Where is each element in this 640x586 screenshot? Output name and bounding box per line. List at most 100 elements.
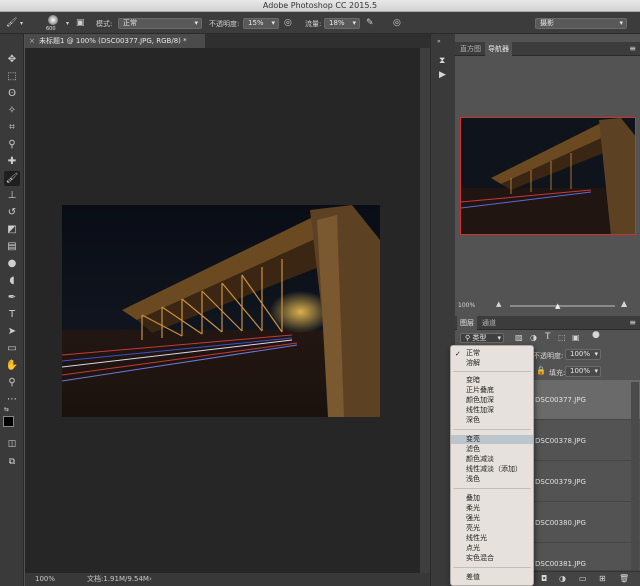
new-group-icon[interactable]: ▭: [579, 574, 587, 583]
blend-option-lighten[interactable]: 变亮: [451, 435, 533, 444]
layer-name: DSC00381.JPG: [535, 560, 586, 568]
filter-toggle-icon[interactable]: ●: [592, 330, 600, 340]
layers-panel-tabs: 图层 通道 ≡: [455, 316, 640, 330]
layer-filter-select[interactable]: ⚲ 类型 ▾: [460, 333, 504, 343]
quick-mask-icon[interactable]: ◫: [4, 437, 20, 452]
blend-option-vivid-light[interactable]: 亮光: [451, 524, 533, 533]
gradient-tool-icon[interactable]: ▤: [4, 239, 20, 254]
blend-option-hard-light[interactable]: 强光: [451, 514, 533, 523]
workspace-select[interactable]: 摄影 ▾: [535, 18, 627, 29]
more-tools-icon[interactable]: ⋯: [4, 392, 20, 407]
hand-tool-icon[interactable]: ✋: [4, 358, 20, 373]
filter-pixel-icon[interactable]: ▨: [515, 333, 523, 342]
swap-colors-icon[interactable]: ⇆: [4, 406, 9, 413]
layers-scrollbar[interactable]: [631, 382, 639, 570]
blend-option-darken[interactable]: 变暗: [451, 376, 533, 385]
navigator-zoom-slider[interactable]: [510, 305, 615, 307]
brush-tool-icon[interactable]: 🖌: [6, 18, 17, 28]
eyedropper-tool-icon[interactable]: ⚲: [4, 137, 20, 152]
path-selection-tool-icon[interactable]: ➤: [4, 324, 20, 339]
filter-shape-icon[interactable]: ⬚: [558, 333, 566, 342]
opacity-input[interactable]: 15% ▾: [243, 18, 279, 29]
rectangle-tool-icon[interactable]: ▭: [4, 341, 20, 356]
slider-handle-icon[interactable]: ▲: [555, 302, 560, 310]
layer-filter-value: 类型: [472, 334, 487, 342]
close-tab-icon[interactable]: ×: [29, 34, 35, 48]
zoom-tool-icon[interactable]: ⚲: [4, 375, 20, 390]
filter-adjustment-icon[interactable]: ◑: [530, 333, 537, 342]
blend-option-overlay[interactable]: 叠加: [451, 494, 533, 503]
tab-histogram[interactable]: 直方图: [457, 42, 484, 56]
foreground-color-swatch[interactable]: [3, 416, 14, 427]
tab-layers[interactable]: 图层: [457, 316, 477, 330]
brush-tool-icon[interactable]: 🖌: [4, 171, 20, 186]
add-mask-icon[interactable]: ◘: [541, 574, 547, 583]
history-panel-icon[interactable]: ⧗: [439, 56, 445, 66]
canvas-area[interactable]: [25, 48, 420, 573]
pen-tool-icon[interactable]: ✒: [4, 290, 20, 305]
blend-option-lighter-color[interactable]: 浅色: [451, 475, 533, 484]
document-tab-bar: × 未标题1 @ 100% (DSC00377.JPG, RGB/8) *: [25, 34, 430, 48]
zoom-level[interactable]: 100%: [35, 573, 55, 586]
eraser-tool-icon[interactable]: ◩: [4, 222, 20, 237]
blend-option-color-dodge[interactable]: 颜色减淡: [451, 455, 533, 464]
blend-option-linear-burn[interactable]: 线性加深: [451, 406, 533, 415]
status-menu-icon[interactable]: ›: [149, 573, 152, 586]
marquee-tool-icon[interactable]: ⬚: [4, 69, 20, 84]
blend-option-multiply[interactable]: 正片叠底: [451, 386, 533, 395]
brush-panel-toggle-icon[interactable]: ▣: [76, 18, 85, 28]
blend-option-hard-mix[interactable]: 实色混合: [451, 554, 533, 563]
new-layer-icon[interactable]: ⊞: [599, 574, 606, 583]
flow-input[interactable]: 18% ▾: [324, 18, 360, 29]
blend-option-normal[interactable]: 正常: [451, 349, 533, 358]
blend-option-dissolve[interactable]: 溶解: [451, 359, 533, 368]
healing-brush-tool-icon[interactable]: ✚: [4, 154, 20, 169]
tool-preset-dropdown-icon[interactable]: ▾: [20, 19, 23, 29]
panel-menu-icon[interactable]: ≡: [629, 318, 636, 327]
history-brush-tool-icon[interactable]: ↺: [4, 205, 20, 220]
chevron-down-icon: ▾: [497, 334, 501, 342]
airbrush-icon[interactable]: ✎: [366, 18, 374, 28]
pressure-opacity-icon[interactable]: ◎: [284, 18, 292, 28]
canvas-scrollbar[interactable]: [420, 48, 430, 573]
zoom-out-icon[interactable]: ▲: [496, 300, 501, 308]
filter-smart-object-icon[interactable]: ▣: [572, 333, 580, 342]
screen-mode-icon[interactable]: ⧉: [4, 455, 20, 470]
blend-option-linear-light[interactable]: 线性光: [451, 534, 533, 543]
blend-option-color-burn[interactable]: 颜色加深: [451, 396, 533, 405]
filter-type-icon[interactable]: T: [545, 332, 551, 342]
collapse-dock-icon[interactable]: »: [437, 38, 441, 45]
fill-input[interactable]: 100% ▾: [565, 366, 601, 377]
clone-stamp-tool-icon[interactable]: ⊥: [4, 188, 20, 203]
dodge-tool-icon[interactable]: ◖: [4, 273, 20, 288]
pressure-size-icon[interactable]: ◎: [393, 18, 401, 28]
zoom-in-icon[interactable]: ▲: [621, 299, 627, 308]
blend-option-darker-color[interactable]: 深色: [451, 416, 533, 425]
navigator-thumbnail[interactable]: [460, 117, 636, 235]
delete-layer-icon[interactable]: 🗑: [619, 574, 629, 583]
navigator-zoom-value[interactable]: 100%: [458, 302, 475, 309]
panel-menu-icon[interactable]: ≡: [629, 44, 636, 53]
blend-option-pin-light[interactable]: 点光: [451, 544, 533, 553]
magic-wand-tool-icon[interactable]: ✧: [4, 103, 20, 118]
lock-icon[interactable]: 🔒: [536, 366, 546, 375]
type-tool-icon[interactable]: T: [4, 307, 20, 322]
blend-option-difference[interactable]: 差值: [451, 573, 533, 582]
mode-select[interactable]: 正常 ▾: [118, 18, 202, 29]
chevron-down-icon: ▾: [594, 367, 598, 375]
blend-option-screen[interactable]: 滤色: [451, 445, 533, 454]
document-tab[interactable]: × 未标题1 @ 100% (DSC00377.JPG, RGB/8) *: [25, 34, 205, 48]
blend-option-linear-dodge[interactable]: 线性减淡（添加）: [451, 465, 533, 474]
blend-option-soft-light[interactable]: 柔光: [451, 504, 533, 513]
tab-navigator[interactable]: 导航器: [485, 42, 512, 56]
brush-preset-picker[interactable]: 600: [40, 14, 66, 33]
adjustment-layer-icon[interactable]: ◑: [559, 574, 566, 583]
blur-tool-icon[interactable]: ●: [4, 256, 20, 271]
layer-opacity-input[interactable]: 100% ▾: [565, 349, 601, 360]
crop-tool-icon[interactable]: ⌗: [4, 120, 20, 135]
brush-picker-dropdown-icon[interactable]: ▾: [66, 19, 69, 29]
tab-channels[interactable]: 通道: [479, 316, 499, 330]
lasso-tool-icon[interactable]: ʘ: [4, 86, 20, 101]
move-tool-icon[interactable]: ✥: [4, 52, 20, 67]
actions-panel-icon[interactable]: ▶: [439, 70, 446, 80]
